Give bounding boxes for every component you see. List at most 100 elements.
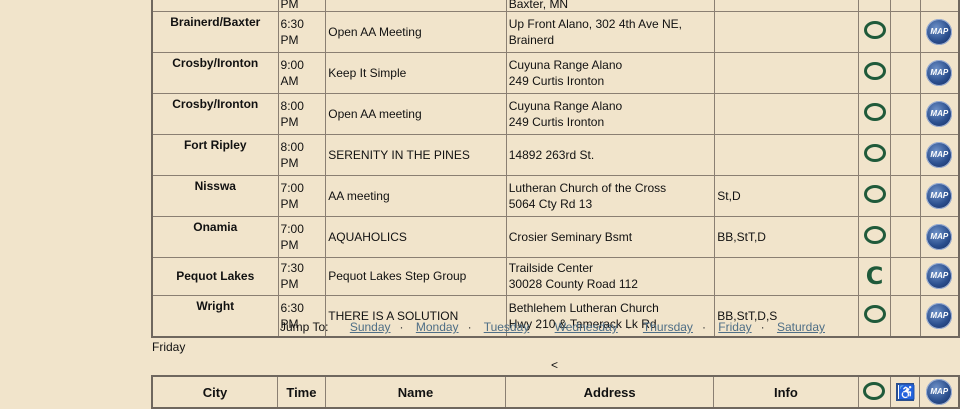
map-cell: MAP <box>919 10 960 53</box>
header-city: City <box>151 375 278 409</box>
meeting-time-value: 7:00 <box>280 180 304 195</box>
map-icon[interactable]: MAP <box>926 59 953 86</box>
closed-meeting-icon: C <box>865 261 884 290</box>
map-icon[interactable]: MAP <box>926 100 953 127</box>
map-icon[interactable]: MAP <box>926 223 953 250</box>
time-cell: 9:00 AM <box>277 51 327 94</box>
address-cell: Lutheran Church of the Cross 5064 Cty Rd … <box>505 174 716 217</box>
jump-to-nav: Jump To: Sunday · Monday · Tuesday · Wednes… <box>280 320 825 334</box>
city-cell: Fort Ripley <box>151 133 279 176</box>
table-row: Brainerd/Baxter 6:30 PM Open AA Meeting Up F… <box>151 10 960 53</box>
wheelchair-icon: ♿ <box>896 383 916 401</box>
meeting-name: AA meeting <box>328 188 390 203</box>
access-cell <box>889 215 921 258</box>
jump-link-saturday[interactable]: Saturday <box>777 320 825 334</box>
meeting-info: BB,StT,D <box>717 229 766 244</box>
map-icon[interactable]: MAP <box>926 141 953 168</box>
city-cell: Brainerd/Baxter <box>151 10 279 53</box>
name-cell: Open AA Meeting <box>325 10 507 53</box>
meeting-time-period: PM <box>280 237 299 252</box>
name-cell <box>325 0 507 12</box>
name-cell: Keep It Simple <box>325 51 507 94</box>
map-cell: MAP <box>919 51 960 94</box>
meeting-city: Onamia <box>193 219 238 234</box>
table-row: Onamia 7:00 PM AQUAHOLICS Crosier Seminary B… <box>151 215 960 258</box>
access-cell <box>889 256 921 296</box>
map-icon[interactable]: MAP <box>926 18 953 45</box>
meeting-time-value: 9:00 <box>280 57 304 72</box>
city-cell: Wright <box>151 294 279 337</box>
name-cell: Open AA meeting <box>325 92 507 135</box>
address-cell: Up Front Alano, 302 4th Ave NE, Brainerd <box>505 10 716 53</box>
meeting-address-line1: Crosier Seminary Bsmt <box>508 229 633 244</box>
time-cell: 8:00 PM <box>277 133 327 176</box>
meeting-info: St,D <box>717 188 741 203</box>
info-cell <box>714 92 860 135</box>
open-meeting-icon <box>863 144 886 162</box>
address-cell: Baxter, MN <box>505 0 716 12</box>
meeting-time-period: PM <box>280 155 299 170</box>
meeting-name: Open AA meeting <box>328 106 422 121</box>
jump-to-label: Jump To: <box>280 320 329 334</box>
meeting-address-line2: 249 Curtis Ironton <box>508 114 605 129</box>
meeting-time-value: 7:00 <box>280 221 304 236</box>
meeting-name: SERENITY IN THE PINES <box>328 147 470 162</box>
type-cell <box>858 0 891 12</box>
separator: · <box>467 320 472 334</box>
city-cell: Pequot Lakes <box>151 256 279 296</box>
meeting-time-period: PM <box>280 32 299 47</box>
access-cell <box>889 174 921 217</box>
meeting-time-value: 7:30 <box>280 261 304 275</box>
type-cell <box>858 294 891 337</box>
table-row-partial: PM Baxter, MN <box>151 0 960 12</box>
meeting-address-line2: 5064 Cty Rd 13 <box>508 196 593 211</box>
header-map-cell: MAP <box>919 375 960 409</box>
map-icon[interactable]: MAP <box>926 263 953 289</box>
map-cell: MAP <box>919 294 960 337</box>
map-icon[interactable]: MAP <box>926 302 953 329</box>
friday-table-header: City Time Name Address Info ♿ MAP <box>151 375 960 409</box>
table-row: Crosby/Ironton 8:00 PM Open AA meeting Cuyun… <box>151 92 960 135</box>
meeting-time-period: AM <box>280 73 299 88</box>
access-cell <box>889 133 921 176</box>
meeting-time-value: 6:30 <box>280 300 304 315</box>
separator: · <box>701 320 706 334</box>
meeting-city: Crosby/Ironton <box>172 55 259 70</box>
time-cell: 7:00 PM <box>277 174 327 217</box>
meeting-address-line1: Trailside Center <box>508 261 594 275</box>
info-cell: BB,StT,D <box>714 215 860 258</box>
separator: · <box>399 320 404 334</box>
jump-link-thursday[interactable]: Thursday <box>643 320 693 334</box>
access-cell <box>889 51 921 94</box>
meeting-city: Wright <box>196 298 235 313</box>
access-cell <box>889 92 921 135</box>
open-meeting-icon <box>863 226 886 244</box>
jump-link-wednesday[interactable]: Wednesday <box>555 320 618 334</box>
info-cell <box>714 133 860 176</box>
meeting-name: Keep It Simple <box>328 65 407 80</box>
type-cell <box>858 133 891 176</box>
less-than-text: < <box>551 358 559 372</box>
type-cell <box>858 215 891 258</box>
meeting-address-line2: 30028 County Road 112 <box>508 277 638 291</box>
header-row: City Time Name Address Info ♿ MAP <box>151 375 960 409</box>
jump-link-monday[interactable]: Monday <box>416 320 459 334</box>
meeting-address-line2: Brainerd <box>508 32 555 47</box>
type-cell: C <box>858 256 891 296</box>
name-cell: AA meeting <box>325 174 507 217</box>
separator: · <box>538 320 543 334</box>
jump-link-friday[interactable]: Friday <box>718 320 751 334</box>
map-icon[interactable]: MAP <box>926 379 953 405</box>
meeting-time-period: PM <box>280 196 299 211</box>
access-cell <box>889 0 921 12</box>
map-cell: MAP <box>919 92 960 135</box>
info-cell <box>714 0 860 12</box>
info-cell <box>714 10 860 53</box>
meeting-name: Pequot Lakes Step Group <box>328 269 467 283</box>
meeting-address-line1: Up Front Alano, 302 4th Ave NE, <box>508 16 682 31</box>
jump-link-sunday[interactable]: Sunday <box>350 320 391 334</box>
name-cell: Pequot Lakes Step Group <box>325 256 507 296</box>
meeting-city: Crosby/Ironton <box>172 96 259 111</box>
jump-link-tuesday[interactable]: Tuesday <box>484 320 530 334</box>
map-icon[interactable]: MAP <box>926 182 953 209</box>
